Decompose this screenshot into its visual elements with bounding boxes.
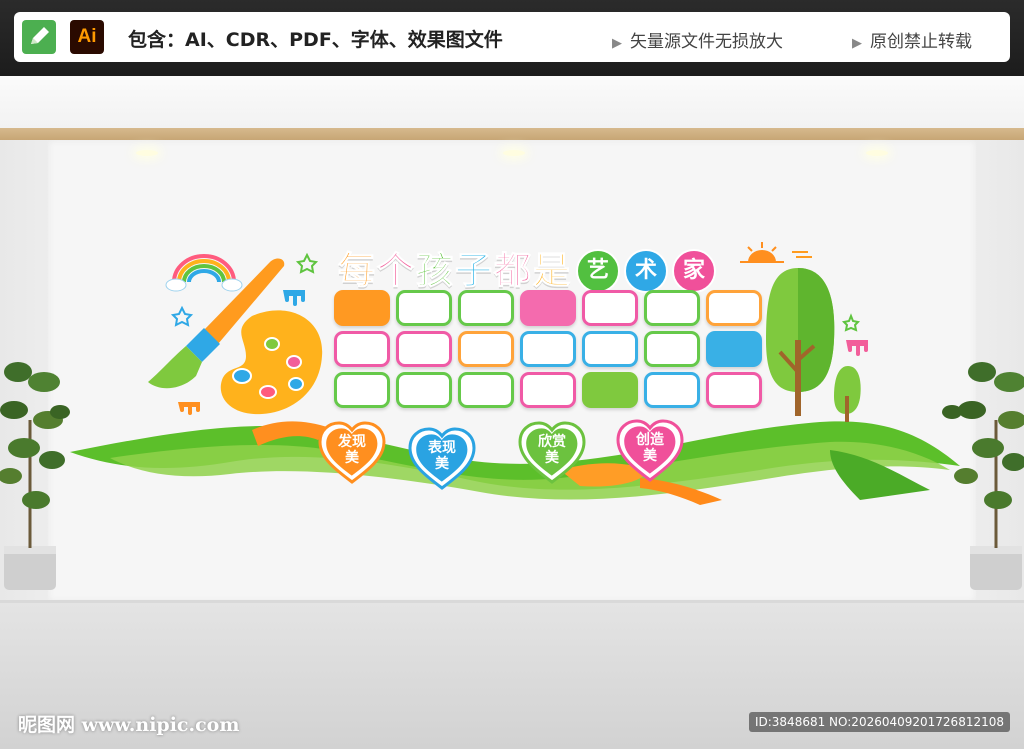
heading-char: 个 (377, 249, 415, 293)
heading-char: 都 (494, 249, 532, 293)
heart-label: 创造美 (614, 432, 686, 464)
heading-char: 每 (338, 249, 376, 293)
heading-char: 是 (533, 249, 571, 293)
potted-plant-right (942, 362, 1024, 590)
photo-frame (520, 331, 576, 367)
photo-frame (396, 331, 452, 367)
photo-frame (334, 372, 390, 408)
photo-frame (334, 331, 390, 367)
photo-frame (706, 290, 762, 326)
photo-frame (458, 331, 514, 367)
rainbow-icon (165, 254, 243, 292)
photo-frame (644, 331, 700, 367)
heading-char: 子 (455, 249, 493, 293)
heart-badge: 表现美 (406, 426, 478, 492)
heart-label-line2: 美 (643, 448, 657, 464)
heart-label: 发现美 (316, 434, 388, 466)
heart-label: 欣赏美 (516, 434, 588, 466)
tree-icon (766, 268, 861, 422)
photo-frame (582, 372, 638, 408)
heart-badge: 发现美 (316, 420, 388, 486)
photo-frame (582, 331, 638, 367)
photo-frame (582, 290, 638, 326)
heart-label-line1: 表现 (428, 440, 456, 456)
palette-icon (220, 310, 323, 415)
heart-label-line2: 美 (345, 450, 359, 466)
watermark-site: 昵图网 www.nipic.com (18, 714, 240, 736)
photo-frame (458, 290, 514, 326)
photo-frame (644, 290, 700, 326)
sun-icon (740, 242, 812, 263)
photo-frame (520, 290, 576, 326)
photo-frame (396, 290, 452, 326)
heart-label-line1: 发现 (338, 434, 366, 450)
watermark-id: ID:3848681 NO:20260409201726812108 (748, 712, 1010, 732)
potted-plant-left (0, 362, 70, 590)
heart-label: 表现美 (406, 440, 478, 472)
heart-label-line1: 创造 (636, 432, 664, 448)
wall-heading: 每个孩子都是艺术家 (338, 240, 716, 293)
photo-frame (706, 372, 762, 408)
heading-circle-char: 术 (624, 249, 668, 293)
heading-circle-char: 艺 (576, 249, 620, 293)
photo-frame (706, 331, 762, 367)
heart-badge: 欣赏美 (516, 420, 588, 486)
heart-label-line1: 欣赏 (538, 434, 566, 450)
photo-frame (334, 290, 390, 326)
photo-frame (644, 372, 700, 408)
heart-label-line2: 美 (545, 450, 559, 466)
heading-circle-char: 家 (672, 249, 716, 293)
photo-frame (458, 372, 514, 408)
heart-badge: 创造美 (614, 418, 686, 484)
heart-label-line2: 美 (435, 456, 449, 472)
photo-frame (520, 372, 576, 408)
heading-char: 孩 (416, 249, 454, 293)
photo-frame (396, 372, 452, 408)
